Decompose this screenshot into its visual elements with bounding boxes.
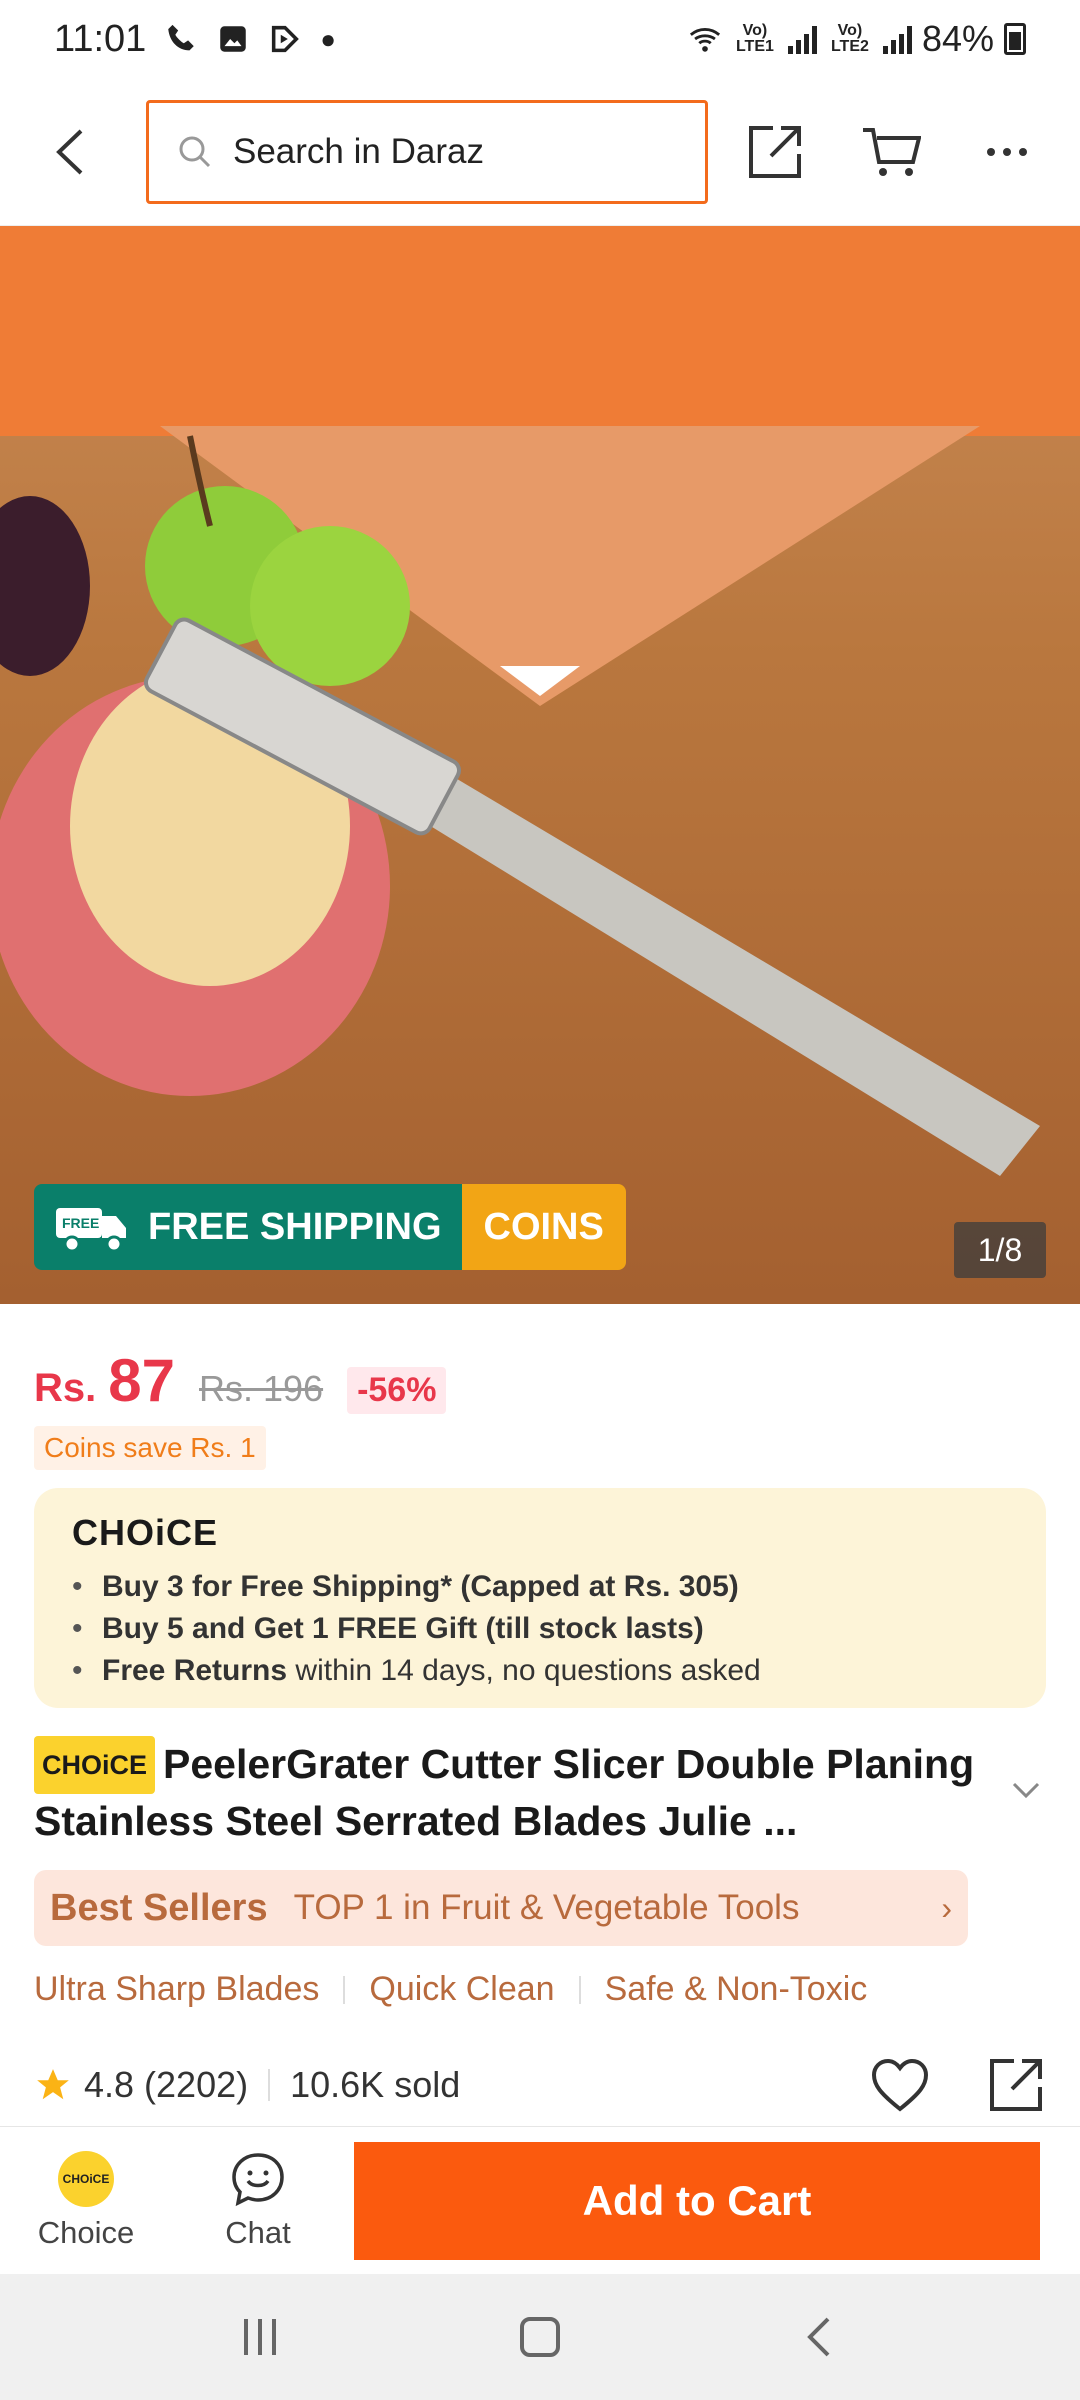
choice-benefits-box[interactable]: CHOiCE Buy 3 for Free Shipping* (Capped … [34, 1488, 1046, 1708]
free-shipping-label: FREE FREE SHIPPING [34, 1184, 462, 1270]
chat-button[interactable]: Chat [172, 2151, 344, 2251]
status-right: Vo) LTE1 Vo) LTE2 84% [688, 18, 1026, 60]
chevron-right-icon: › [941, 1889, 952, 1926]
status-bar: 11:01 ● Vo) LTE1 Vo) LTE2 84% [0, 0, 1080, 78]
more-button[interactable] [972, 117, 1042, 187]
chat-button-label: Chat [225, 2214, 291, 2250]
choice-tag: CHOiCE [34, 1736, 156, 1794]
best-sellers-title: Best Sellers [50, 1886, 268, 1929]
home-icon[interactable] [518, 2315, 562, 2359]
product-image[interactable]: FREE FREE SHIPPING COINS 1/8 [0, 226, 1080, 1304]
best-sellers-rank: TOP 1 in Fruit & Vegetable Tools [293, 1888, 800, 1927]
sold-count: 10.6K sold [290, 2064, 461, 2105]
benefit-bold-text: Buy 3 for Free Shipping* (Capped at Rs. … [102, 1570, 739, 1603]
free-shipping-badge: FREE FREE SHIPPING COINS [34, 1184, 626, 1270]
choice-benefit-item: Buy 3 for Free Shipping* (Capped at Rs. … [62, 1566, 1018, 1608]
choice-benefit-item: Free Returns within 14 days, no question… [62, 1650, 1018, 1692]
header-actions [740, 117, 1046, 187]
wifi-icon [689, 28, 721, 52]
feature-tag: Quick Clean [369, 1970, 555, 2008]
back-button[interactable] [34, 115, 108, 189]
choice-button[interactable]: CHOiCE Choice [0, 2150, 172, 2251]
divider [343, 1975, 346, 2004]
cart-icon [863, 127, 921, 176]
feature-tags: Ultra Sharp Blades Quick Clean Safe & No… [34, 1970, 867, 2009]
signal-bars-1-icon [787, 24, 817, 54]
heart-icon[interactable] [870, 2057, 930, 2113]
bottom-action-bar: CHOiCE Choice Chat Add to Cart [0, 2126, 1080, 2274]
divider [268, 2069, 271, 2101]
truck-icon: FREE [56, 1208, 126, 1253]
choice-icon: CHOiCE [58, 2150, 114, 2207]
add-to-cart-button[interactable]: Add to Cart [354, 2141, 1040, 2260]
recent-apps-icon[interactable] [238, 2315, 282, 2359]
battery-percent: 84% [921, 18, 994, 59]
status-left: 11:01 ● [54, 18, 336, 61]
media-icon [272, 25, 300, 53]
benefit-bold-text: Free Returns [102, 1654, 288, 1687]
search-input[interactable]: Search in Daraz [146, 99, 708, 204]
share-icon [749, 125, 801, 178]
price-value: 87 [108, 1347, 175, 1414]
cart-button[interactable] [856, 117, 926, 187]
product-illustration [0, 435, 1040, 1176]
battery-icon [1004, 23, 1026, 55]
back-arrow-icon [56, 129, 83, 174]
sim2-label: Vo) LTE2 [830, 22, 869, 55]
coins-save-badge: Coins save Rs. 1 [34, 1426, 266, 1470]
free-shipping-text: FREE SHIPPING [148, 1205, 442, 1248]
choice-benefit-item: Buy 5 and Get 1 FREE Gift (till stock la… [62, 1608, 1018, 1650]
phone-icon [168, 24, 195, 51]
free-tag-text: FREE [62, 1215, 99, 1231]
status-time: 11:01 [54, 17, 147, 60]
divider [578, 1975, 581, 2004]
choice-logo: CHOiCE [72, 1512, 219, 1553]
rating-count[interactable]: (2202) [144, 2064, 248, 2106]
dot-icon: ● [320, 23, 336, 54]
choice-benefits-list: Buy 3 for Free Shipping* (Capped at Rs. … [62, 1566, 1018, 1692]
search-icon [179, 136, 211, 167]
product-title-text: PeelerGrater Cutter Slicer Double Planin… [34, 1741, 975, 1844]
chat-icon [232, 2152, 284, 2206]
feature-tag: Ultra Sharp Blades [34, 1970, 320, 2008]
benefit-text: within 14 days, no questions asked [287, 1654, 761, 1687]
sim1-label: Vo) LTE1 [735, 22, 774, 55]
benefit-bold-text: Buy 5 and Get 1 FREE Gift (till stock la… [102, 1612, 704, 1645]
top-header: Search in Daraz [0, 78, 1080, 226]
rating-row: 4.8 (2202) 10.6K sold [34, 2050, 1046, 2120]
share-icon[interactable] [986, 2055, 1046, 2115]
choice-button-label: Choice [37, 2214, 135, 2250]
more-icon [987, 147, 1027, 156]
feature-tag: Safe & Non-Toxic [604, 1970, 868, 2008]
original-price: Rs. 196 [199, 1368, 324, 1409]
signal-bars-2-icon [882, 24, 912, 54]
share-button[interactable] [740, 117, 810, 187]
discount-badge: -56% [347, 1367, 447, 1414]
rating-score[interactable]: 4.8 [84, 2064, 134, 2106]
rating-actions [870, 2055, 1046, 2115]
gallery-icon [220, 26, 247, 52]
star-icon [37, 2069, 69, 2100]
system-nav-bar [0, 2274, 1080, 2400]
price-currency: Rs. [34, 1366, 97, 1410]
best-sellers-banner[interactable]: Best Sellers TOP 1 in Fruit & Vegetable … [34, 1870, 968, 1946]
search-placeholder: Search in Daraz [233, 131, 484, 171]
back-icon[interactable] [798, 2315, 842, 2359]
coins-label: COINS [461, 1184, 626, 1270]
image-counter: 1/8 [954, 1222, 1046, 1278]
product-title[interactable]: CHOiCE PeelerGrater Cutter Slicer Double … [34, 1736, 1014, 1848]
price-row: Rs. 87 Rs. 196 -56% [34, 1346, 447, 1415]
chevron-down-icon[interactable] [1006, 1770, 1046, 1810]
